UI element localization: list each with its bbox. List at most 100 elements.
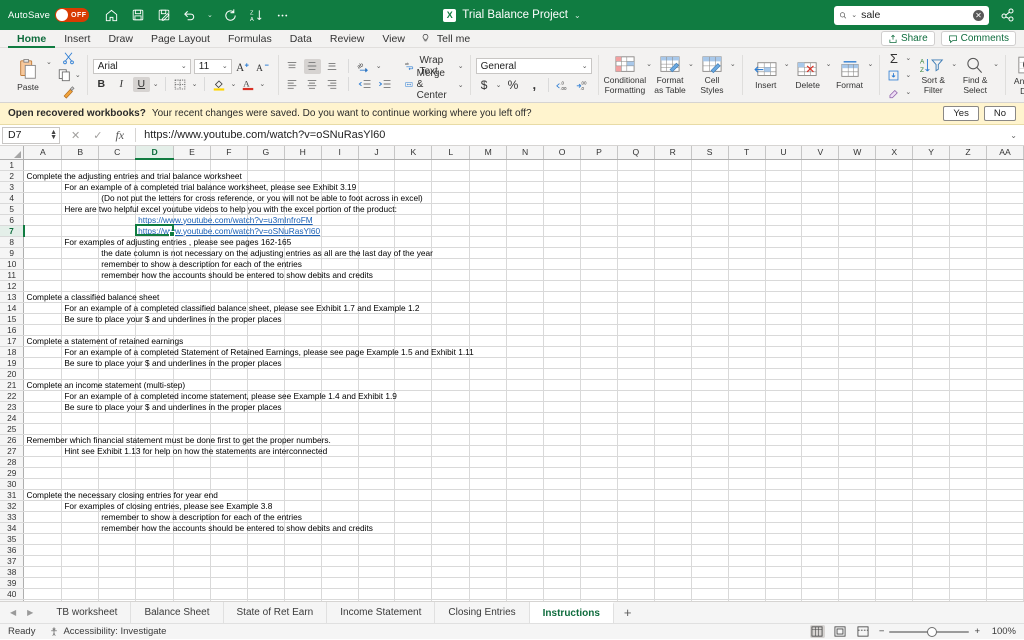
cell-N6[interactable] xyxy=(506,214,545,226)
cell-K21[interactable] xyxy=(394,379,433,391)
cell-I23[interactable] xyxy=(321,401,359,413)
cell-L36[interactable] xyxy=(431,544,471,556)
spreadsheet-grid[interactable]: A B C D E F G H I J K L M N O P Q R S T U V W X Y Z AA 1 2 Complete t… xyxy=(0,146,1024,601)
cell-M35[interactable] xyxy=(469,533,508,545)
cell-L13[interactable] xyxy=(431,291,471,303)
column-header-u[interactable]: U xyxy=(765,146,803,160)
column-header-c[interactable]: C xyxy=(98,146,137,160)
cell-U23[interactable] xyxy=(765,401,803,413)
cell-D24[interactable] xyxy=(135,412,175,424)
autosum-dropdown-icon[interactable]: ⌄ xyxy=(905,54,911,62)
cell-H28[interactable] xyxy=(284,456,322,468)
cell-L35[interactable] xyxy=(431,533,471,545)
cell-R15[interactable] xyxy=(654,313,692,325)
cell-H17[interactable] xyxy=(284,335,322,347)
cell-S1[interactable] xyxy=(691,159,729,171)
cell-A6[interactable] xyxy=(23,214,63,226)
cell-N5[interactable] xyxy=(506,203,545,215)
cell-T32[interactable] xyxy=(728,500,766,512)
cell-U41[interactable] xyxy=(765,599,803,601)
cell-G12[interactable] xyxy=(247,280,285,292)
cell-J40[interactable] xyxy=(358,588,396,600)
cell-Q5[interactable] xyxy=(617,203,655,215)
cell-R36[interactable] xyxy=(654,544,692,556)
cell-W12[interactable] xyxy=(838,280,877,292)
find-select-button[interactable]: Find & Select xyxy=(957,56,993,95)
cell-U8[interactable] xyxy=(765,236,803,248)
cell-N39[interactable] xyxy=(506,577,545,589)
cell-S20[interactable] xyxy=(691,368,729,380)
cell-J8[interactable] xyxy=(358,236,396,248)
cell-B10[interactable] xyxy=(61,258,100,270)
cell-N40[interactable] xyxy=(506,588,545,600)
tab-formulas[interactable]: Formulas xyxy=(219,30,281,48)
cell-S11[interactable] xyxy=(691,269,729,281)
cell-P11[interactable] xyxy=(580,269,618,281)
cell-Z32[interactable] xyxy=(949,500,987,512)
cell-A29[interactable] xyxy=(23,467,63,479)
cell-W9[interactable] xyxy=(838,247,877,259)
cell-N22[interactable] xyxy=(506,390,545,402)
cell-K24[interactable] xyxy=(394,412,433,424)
cell-R5[interactable] xyxy=(654,203,692,215)
font-name-combo[interactable]: Arial ⌄ xyxy=(92,58,191,74)
cell-G2[interactable] xyxy=(247,170,285,182)
cell-B12[interactable] xyxy=(61,280,100,292)
sheet-tab-tb-worksheet[interactable]: TB worksheet xyxy=(43,602,132,623)
cell-M16[interactable] xyxy=(469,324,508,336)
cell-Y21[interactable] xyxy=(912,379,951,391)
cell-Y33[interactable] xyxy=(912,511,951,523)
cell-S9[interactable] xyxy=(691,247,729,259)
cell-P3[interactable] xyxy=(580,181,618,193)
cell-V27[interactable] xyxy=(801,445,840,457)
cell-S33[interactable] xyxy=(691,511,729,523)
cell-X14[interactable] xyxy=(875,302,914,314)
row-header-38[interactable]: 38 xyxy=(0,566,25,578)
cell-V10[interactable] xyxy=(801,258,840,270)
cell-L29[interactable] xyxy=(431,467,471,479)
cell-N3[interactable] xyxy=(506,181,545,193)
row-header-18[interactable]: 18 xyxy=(0,346,25,358)
cell-W30[interactable] xyxy=(838,478,877,490)
cell-M39[interactable] xyxy=(469,577,508,589)
cell-O37[interactable] xyxy=(543,555,581,567)
cell-W1[interactable] xyxy=(838,159,877,171)
cell-B25[interactable] xyxy=(61,423,100,435)
format-painter-icon[interactable] xyxy=(57,85,81,99)
cell-S17[interactable] xyxy=(691,335,729,347)
cell-U26[interactable] xyxy=(765,434,803,446)
cell-S35[interactable] xyxy=(691,533,729,545)
cell-X32[interactable] xyxy=(875,500,914,512)
cell-K34[interactable] xyxy=(394,522,433,534)
column-header-n[interactable]: N xyxy=(506,146,545,160)
cell-Q10[interactable] xyxy=(617,258,655,270)
cell-Y5[interactable] xyxy=(912,203,951,215)
cell-L34[interactable] xyxy=(431,522,471,534)
cell-K25[interactable] xyxy=(394,423,433,435)
cell-J30[interactable] xyxy=(358,478,396,490)
cell-B41[interactable] xyxy=(61,599,100,601)
cell-Y34[interactable] xyxy=(912,522,951,534)
cell-R39[interactable] xyxy=(654,577,692,589)
cell-E24[interactable] xyxy=(173,412,211,424)
cell-K8[interactable] xyxy=(394,236,433,248)
cell-Y26[interactable] xyxy=(912,434,951,446)
cell-F37[interactable] xyxy=(210,555,248,567)
cell-X27[interactable] xyxy=(875,445,914,457)
cell-N18[interactable] xyxy=(506,346,545,358)
cell-Q25[interactable] xyxy=(617,423,655,435)
page-break-preview-button[interactable] xyxy=(856,625,871,638)
column-header-g[interactable]: G xyxy=(247,146,285,160)
cell-R34[interactable] xyxy=(654,522,692,534)
column-header-f[interactable]: F xyxy=(210,146,248,160)
cell-S28[interactable] xyxy=(691,456,729,468)
cell-A12[interactable] xyxy=(23,280,63,292)
cell-G17[interactable] xyxy=(247,335,285,347)
column-header-j[interactable]: J xyxy=(358,146,396,160)
cell-AA38[interactable] xyxy=(986,566,1024,578)
cell-Z26[interactable] xyxy=(949,434,987,446)
cell-D12[interactable] xyxy=(135,280,175,292)
cell-Z28[interactable] xyxy=(949,456,987,468)
cell-V9[interactable] xyxy=(801,247,840,259)
cell-P4[interactable] xyxy=(580,192,618,204)
